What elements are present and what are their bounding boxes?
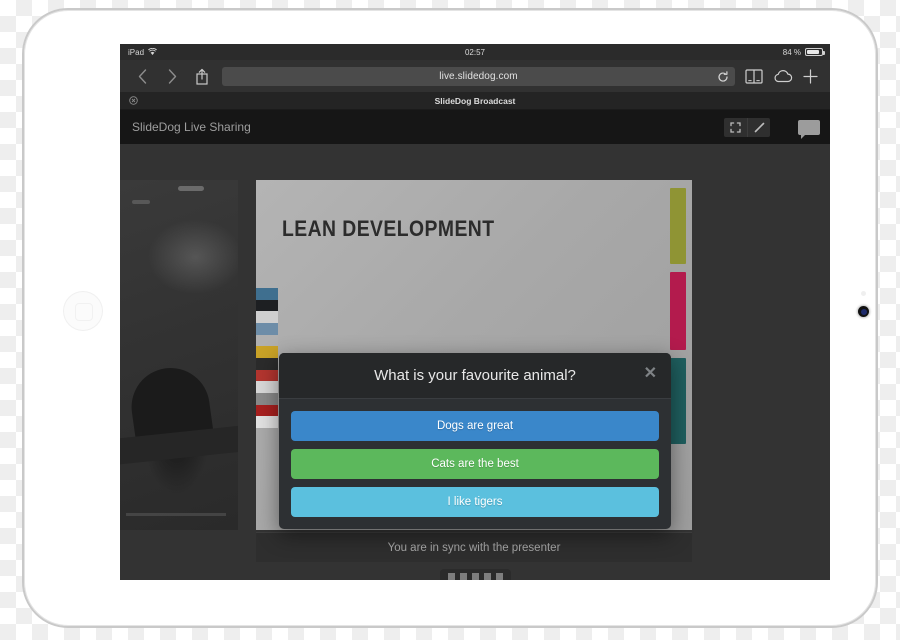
poll-option-3[interactable]: I like tigers [291,487,659,517]
battery-percent-label: 84 % [782,47,801,57]
poll-option-2[interactable]: Cats are the best [291,449,659,479]
status-bar-right: 84 % [782,47,825,57]
slide-title: LEAN DEVELOPMENT [282,216,495,241]
pagination-pill[interactable] [439,569,511,580]
status-bar-clock: 02:57 [464,47,486,57]
ambient-sensor-icon [861,291,866,296]
accent-bars-graphic [670,180,686,530]
cloud-icon[interactable] [773,69,793,83]
ios-status-bar: iPad 02:57 84 % [120,44,830,60]
app-title: SlideDog Live Sharing [132,120,251,134]
sync-status-bar: You are in sync with the presenter [256,532,692,562]
front-camera-icon [858,306,869,317]
sync-status-text: You are in sync with the presenter [387,541,561,554]
slide-pagination [120,569,830,580]
header-tool-group [724,117,770,137]
poll-options-list: Dogs are great Cats are the best I like ti… [279,399,671,529]
plus-icon[interactable] [803,68,818,84]
chat-bubble-icon[interactable] [796,116,822,139]
home-button-icon[interactable] [64,292,102,330]
safari-tab-strip: SlideDog Broadcast [120,92,830,110]
safari-toolbar: live.slidedog.com [120,60,830,92]
pagination-dot[interactable] [447,573,455,580]
pointer-pen-icon[interactable] [747,117,770,137]
tab-title[interactable]: SlideDog Broadcast [120,96,830,106]
app-header: SlideDog Live Sharing [120,110,830,144]
presentation-viewer: LEAN DEVELOPMENT You are in sync with th… [120,144,830,580]
close-icon[interactable]: ✕ [644,366,657,382]
screenshot-stage: iPad 02:57 84 % live.slidedog.com SlideD… [0,0,900,640]
poll-question: What is your favourite animal? [374,367,576,384]
bookshelf-graphic [256,288,278,428]
pagination-dot[interactable] [459,573,467,580]
book-icon[interactable] [745,68,763,84]
url-text: live.slidedog.com [439,70,518,82]
share-upload-icon[interactable] [192,68,212,85]
pagination-dot[interactable] [495,573,503,580]
reload-icon[interactable] [717,70,729,88]
ipad-screen: iPad 02:57 84 % live.slidedog.com SlideD… [120,44,830,580]
office-photo [120,180,238,530]
poll-header: What is your favourite animal? ✕ [279,353,671,399]
chevron-right-icon[interactable] [162,68,182,84]
poll-option-1[interactable]: Dogs are great [291,411,659,441]
pagination-dot[interactable] [483,573,491,580]
chevron-left-icon[interactable] [132,68,152,84]
ipad-device-frame: iPad 02:57 84 % live.slidedog.com SlideD… [22,8,878,628]
poll-dialog: What is your favourite animal? ✕ Dogs ar… [279,353,671,529]
pagination-dot[interactable] [471,573,479,580]
battery-icon [805,48,825,56]
fit-screen-icon[interactable] [724,118,747,137]
url-input[interactable]: live.slidedog.com [222,66,735,88]
